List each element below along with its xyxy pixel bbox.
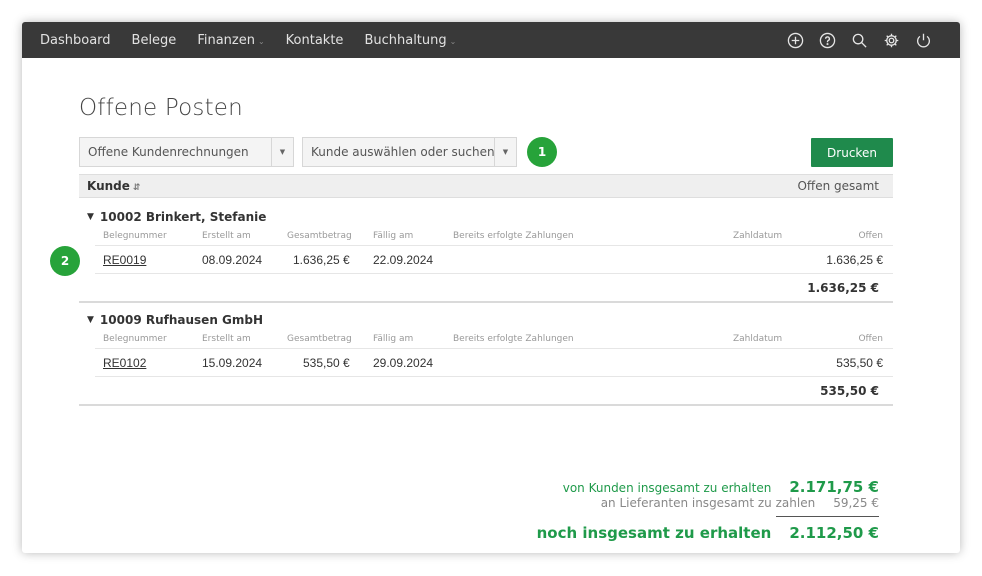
nav-finanzen[interactable]: Finanzen ⌄ <box>197 33 264 48</box>
collapse-triangle-icon: ▼ <box>87 212 94 222</box>
group-total: 1.636,25 € <box>807 281 879 295</box>
top-icon-group <box>772 31 960 49</box>
nav-kontakte[interactable]: Kontakte <box>286 33 344 48</box>
step-badge-1: 1 <box>527 137 557 167</box>
help-circle-icon[interactable] <box>818 31 836 49</box>
power-icon[interactable] <box>914 31 932 49</box>
filter-bar: Offene Kundenrechnungen ▼ Kunde auswähle… <box>79 137 893 167</box>
nav-dashboard[interactable]: Dashboard <box>40 33 111 48</box>
divider <box>95 245 893 246</box>
filter-type-select[interactable]: Offene Kundenrechnungen ▼ <box>79 137 294 167</box>
gear-icon[interactable] <box>882 31 900 49</box>
top-navigation-bar: Dashboard Belege Finanzen ⌄ Kontakte Buch… <box>22 22 960 58</box>
summary-pay: an Lieferanten insgesamt zu zahlen 59,25… <box>600 496 879 510</box>
chevron-down-icon: ⌄ <box>257 37 265 46</box>
step-badge-2: 2 <box>50 246 80 276</box>
summary-divider <box>776 516 879 517</box>
invoice-link[interactable]: RE0102 <box>103 356 146 370</box>
chevron-down-icon: ⌄ <box>449 37 457 46</box>
customer-search-select[interactable]: Kunde auswählen oder suchen ▼ <box>302 137 517 167</box>
divider <box>95 348 893 349</box>
app-window: Dashboard Belege Finanzen ⌄ Kontakte Buch… <box>22 22 960 553</box>
nav-buchhaltung[interactable]: Buchhaltung ⌄ <box>364 33 456 48</box>
summary-net: noch insgesamt zu erhalten 2.112,50 € <box>536 524 879 542</box>
nav-belege[interactable]: Belege <box>132 33 177 48</box>
dropdown-arrow-icon: ▼ <box>494 138 516 166</box>
plus-circle-icon[interactable] <box>786 31 804 49</box>
group-divider <box>79 301 893 303</box>
divider <box>95 273 893 274</box>
page-title: Offene Posten <box>79 95 243 121</box>
sort-icon: ⇵ <box>132 183 141 193</box>
group-total: 535,50 € <box>820 384 879 398</box>
collapse-triangle-icon: ▼ <box>87 315 94 325</box>
customer-group-toggle[interactable]: ▼ 10009 Rufhausen GmbH <box>87 313 263 327</box>
search-icon[interactable] <box>850 31 868 49</box>
sort-by-customer[interactable]: Kunde ⇵ <box>87 179 140 193</box>
print-button[interactable]: Drucken <box>811 138 893 167</box>
column-open-total: Offen gesamt <box>797 179 879 193</box>
dropdown-arrow-icon: ▼ <box>271 138 293 166</box>
group-divider <box>79 404 893 406</box>
invoice-link[interactable]: RE0019 <box>103 253 146 267</box>
summary-receive: von Kunden insgesamt zu erhalten 2.171,7… <box>562 478 879 496</box>
divider <box>95 376 893 377</box>
customer-group-toggle[interactable]: ▼ 10002 Brinkert, Stefanie <box>87 210 266 224</box>
table-header: Kunde ⇵ Offen gesamt <box>79 174 893 198</box>
